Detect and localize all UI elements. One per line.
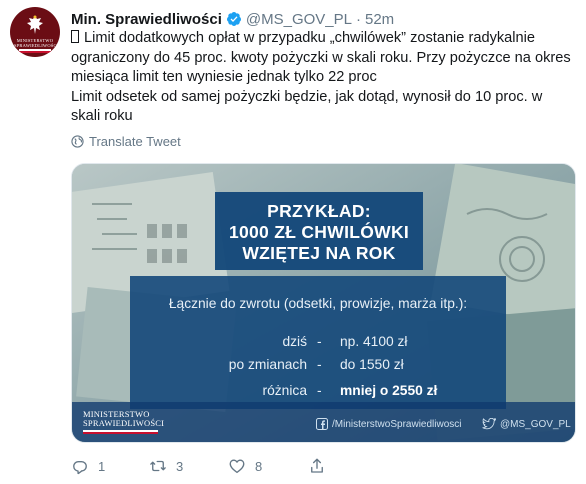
info-row-difference: różnica - mniej o 2550 zł [130, 383, 506, 401]
reply-icon [73, 460, 87, 475]
ministry-logo: MINISTERSTWO SPRAWIEDLIWOŚCI [83, 410, 164, 434]
info-row-today: dziś - np. 4100 zł [130, 334, 506, 352]
translate-tweet-link[interactable]: Translate Tweet [71, 134, 181, 149]
separator-dot: · [355, 10, 361, 28]
title-line-2: 1000 ZŁ CHWILÓWKI [228, 222, 410, 242]
tweet-text: Limit dodatkowych opłat w przypadku „chw… [71, 29, 571, 127]
retweet-icon [150, 460, 166, 472]
globe-icon [71, 135, 84, 148]
tweet-paragraph: Limit dodatkowych opłat w przypadku „chw… [71, 29, 571, 88]
facebook-credit: /MinisterstwoSprawiedliwosci [316, 418, 461, 430]
translate-label: Translate Tweet [89, 134, 181, 149]
heart-icon [229, 459, 245, 474]
share-icon [311, 458, 323, 473]
info-row-after-changes: po zmianach - do 1550 zł [130, 357, 506, 375]
tweet-line-1: Limit dodatkowych opłat w przypadku „chw… [71, 30, 571, 85]
avatar[interactable]: MINISTERSTWO SPRAWIEDLIWOŚCI [10, 7, 60, 57]
title-line-3: WZIĘTEJ NA ROK [242, 243, 396, 263]
share-button[interactable] [308, 457, 335, 475]
twitter-credit: @MS_GOV_PL [482, 418, 571, 430]
row-separator: - [317, 357, 322, 372]
info-title: Łącznie do zwrotu (odsetki, prowizje, ma… [168, 296, 468, 311]
retweet-count: 3 [176, 458, 184, 474]
user-handle[interactable]: @MS_GOV_PL [246, 11, 352, 28]
row-label: po zmianach [228, 357, 307, 372]
tweet-header: Min. Sprawiedliwości @MS_GOV_PL · 52m [71, 9, 394, 29]
twitter-handle: @MS_GOV_PL [500, 418, 571, 430]
retweet-button[interactable]: 3 [149, 457, 228, 475]
tweet-line-2: Limit odsetek od samej pożyczki będzie, … [71, 88, 543, 125]
infographic-info-box: Łącznie do zwrotu (odsetki, prowizje, ma… [130, 276, 506, 409]
tweet-media-image[interactable]: PRZYKŁAD: 1000 ZŁ CHWILÓWKI WZIĘTEJ NA R… [71, 163, 576, 443]
verified-badge-icon [226, 12, 241, 26]
row-value: mniej o 2550 zł [340, 383, 438, 398]
logo-stripe-red [83, 432, 158, 434]
twitter-bird-icon [482, 418, 496, 430]
row-value: do 1550 zł [340, 357, 404, 372]
title-line-1: PRZYKŁAD: [267, 201, 371, 221]
display-name[interactable]: Min. Sprawiedliwości [71, 11, 222, 28]
tweet-actions: 1 3 8 [71, 457, 335, 475]
facebook-handle: /MinisterstwoSprawiedliwosci [332, 418, 462, 430]
row-label: dziś [282, 334, 307, 349]
row-label: różnica [262, 383, 307, 398]
eagle-emblem-icon [27, 15, 43, 34]
row-separator: - [317, 334, 322, 349]
like-button[interactable]: 8 [228, 457, 308, 475]
infographic-footer: MINISTERSTWO SPRAWIEDLIWOŚCI /Ministerst… [72, 402, 575, 442]
infographic-title: PRZYKŁAD: 1000 ZŁ CHWILÓWKI WZIĘTEJ NA R… [215, 192, 423, 270]
logo-line-2: SPRAWIEDLIWOŚCI [83, 418, 165, 428]
missing-emoji-icon [71, 30, 79, 43]
row-value: np. 4100 zł [340, 334, 408, 349]
like-count: 8 [255, 458, 263, 474]
avatar-text: MINISTERSTWO SPRAWIEDLIWOŚCI [14, 38, 59, 48]
reply-button[interactable]: 1 [71, 457, 149, 475]
facebook-icon [316, 418, 328, 430]
tweet-timestamp[interactable]: 52m [365, 11, 394, 28]
tweet-paragraph: Limit odsetek od samej pożyczki będzie, … [71, 88, 571, 127]
row-separator: - [317, 383, 322, 398]
flag-stripe-red [19, 51, 51, 53]
reply-count: 1 [98, 458, 106, 474]
